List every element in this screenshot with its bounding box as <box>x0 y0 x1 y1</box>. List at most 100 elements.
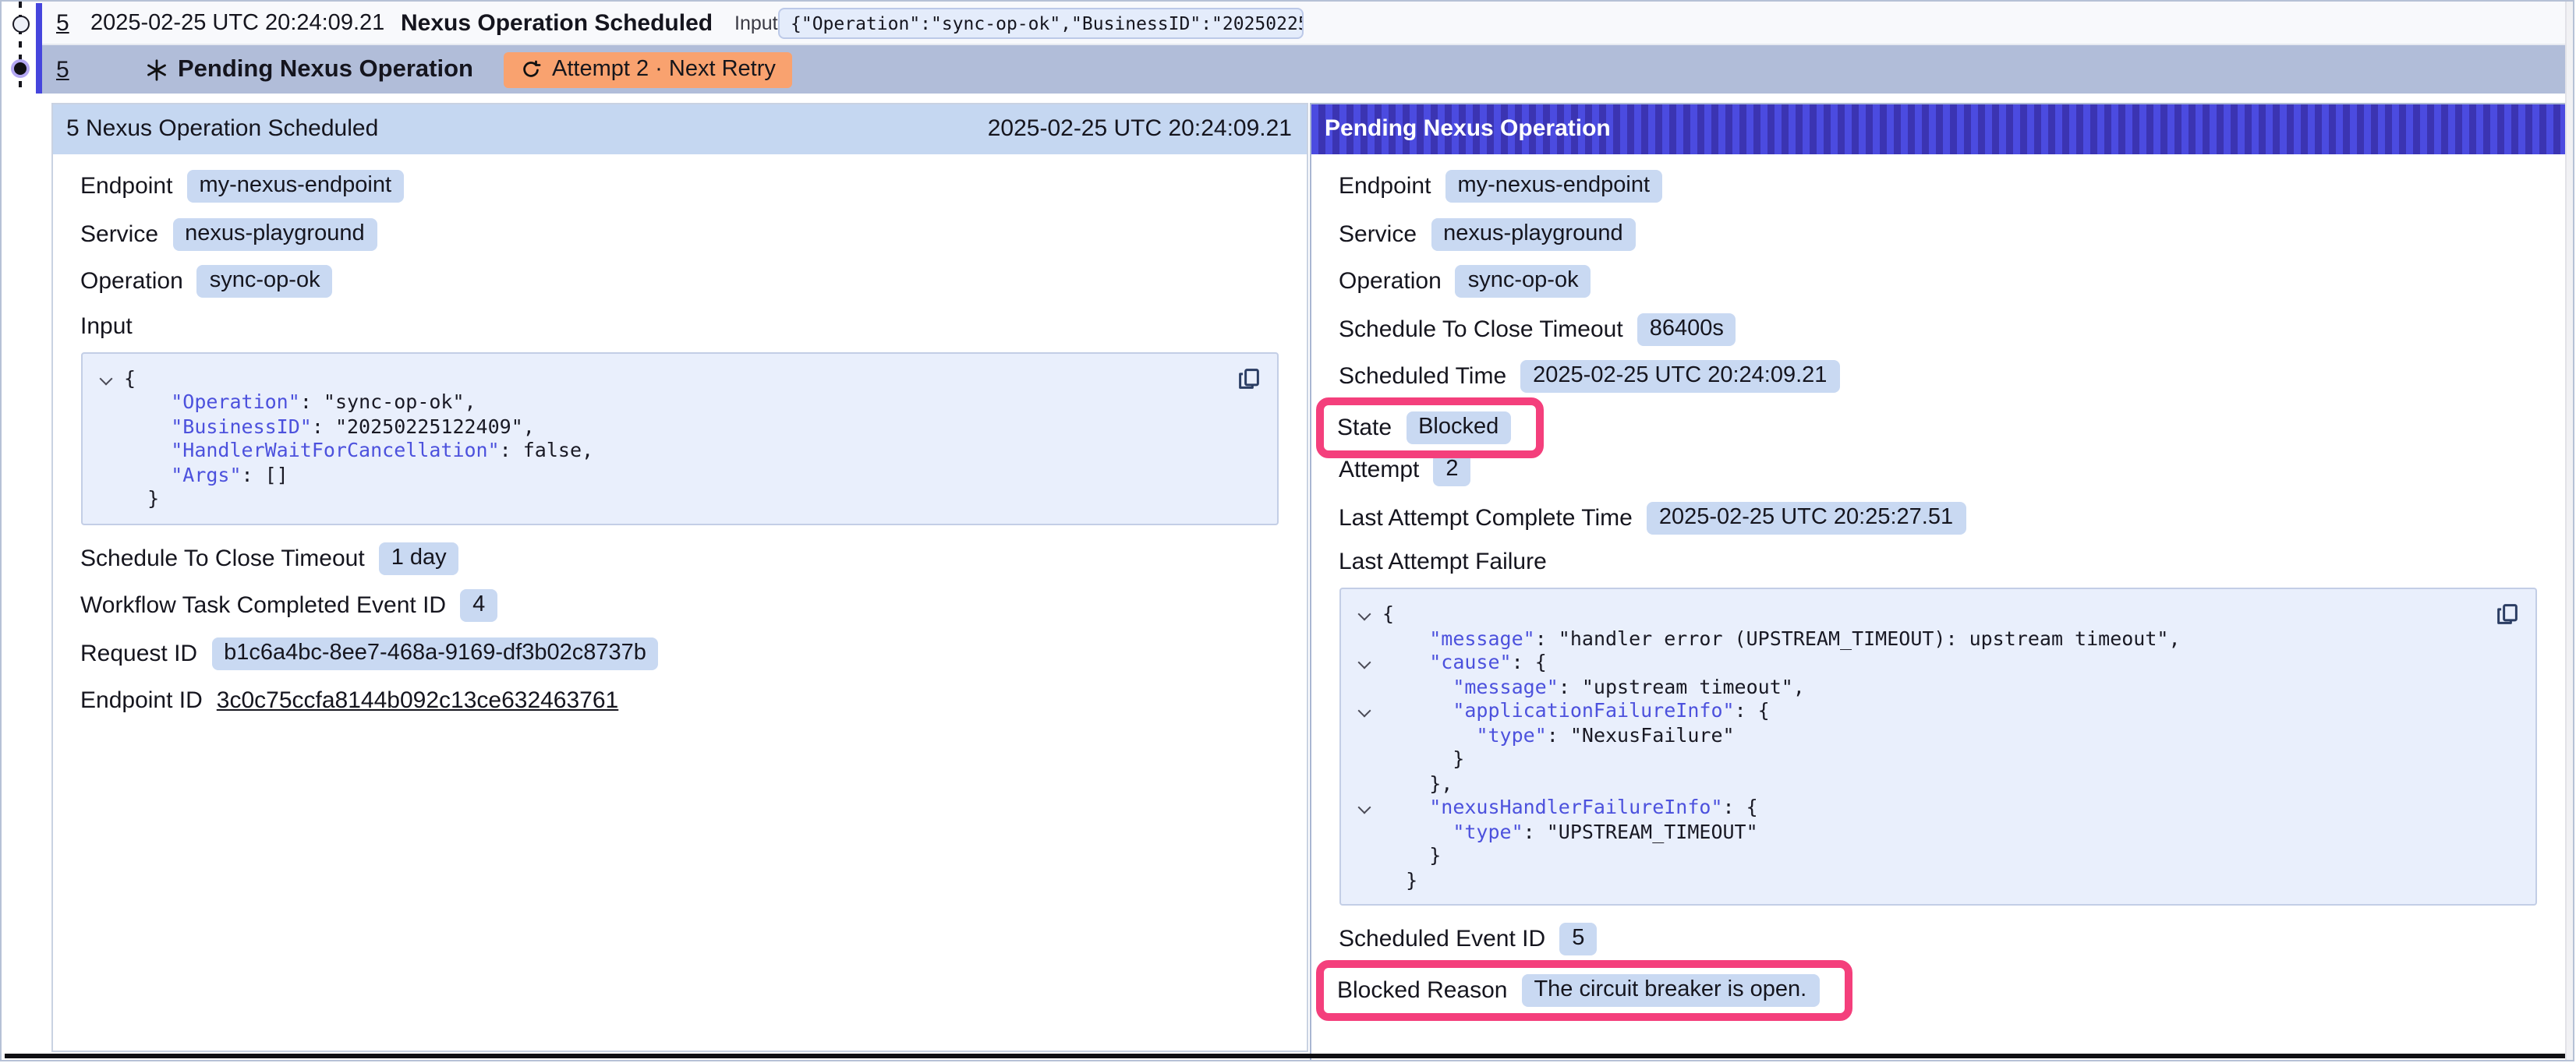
value-chip: 2 <box>1433 454 1470 486</box>
event-title: Nexus Operation Scheduled <box>401 10 713 37</box>
json-line: "applicationFailureInfo": { <box>1350 698 2473 722</box>
value-chip: 4 <box>460 589 497 622</box>
value-chip: nexus-playground <box>172 217 377 250</box>
field-scheduled-event-id: Scheduled Event ID5 <box>1339 923 2537 955</box>
json-key: "applicationFailureInfo" <box>1453 698 1734 722</box>
collapse-chevron-icon[interactable] <box>1357 705 1371 718</box>
value-chip: sync-op-ok <box>197 265 333 298</box>
pending-operation-row[interactable]: 5 Pending Nexus Operation Attempt 2 · Ne… <box>2 45 2573 94</box>
json-text: : "20250225122409", <box>312 414 535 437</box>
value-chip: b1c6a4bc-8ee7-468a-9169-df3b02c8737b <box>211 637 659 669</box>
value-chip: my-nexus-endpoint <box>1445 170 1662 203</box>
json-key: "BusinessID" <box>171 414 312 437</box>
json-text <box>1382 722 1476 746</box>
pending-operation-body: Endpointmy-nexus-endpointServicenexus-pl… <box>1311 154 2565 1016</box>
field-state: State Blocked <box>1337 411 1511 443</box>
field-label: Attempt <box>1339 457 1419 483</box>
value-chip: 2025-02-25 UTC 20:25:27.51 <box>1647 501 1966 534</box>
event-detail-time: 2025-02-25 UTC 20:24:09.21 <box>988 116 1292 143</box>
json-text <box>1382 650 1429 673</box>
pending-title: Pending Nexus Operation <box>178 55 473 83</box>
event-detail-title: 5 Nexus Operation Scheduled <box>66 116 378 143</box>
json-key: "message" <box>1453 674 1558 697</box>
retry-badge-label: Attempt 2 · Next Retry <box>552 57 776 82</box>
json-line: } <box>1350 843 2473 867</box>
field-label: Last Attempt Complete Time <box>1339 504 1633 531</box>
json-text: } <box>124 486 159 510</box>
json-line: "type": "NexusFailure" <box>1350 722 2473 747</box>
json-line: { <box>91 366 1214 390</box>
json-text: : false, <box>500 438 593 461</box>
event-row-scheduled[interactable]: 5 2025-02-25 UTC 20:24:09.21 Nexus Opera… <box>2 2 2573 45</box>
scrollbar[interactable] <box>2565 2 2573 1060</box>
field-attempt: Attempt 2 <box>1339 454 2537 486</box>
field-label: State <box>1337 414 1392 440</box>
copy-icon <box>2496 603 2518 625</box>
field-operation: Operationsync-op-ok <box>80 265 1278 298</box>
field-label: Workflow Task Completed Event ID <box>80 592 446 619</box>
json-text: : [] <box>242 462 288 486</box>
json-text: : "handler error (UPSTREAM_TIMEOUT): ups… <box>1535 626 2181 649</box>
pending-operation-title: Pending Nexus Operation <box>1325 116 1611 143</box>
field-label: Endpoint <box>80 173 172 200</box>
json-text <box>1382 795 1429 818</box>
input-preview-chip: {"Operation":"sync-op-ok","BusinessID":"… <box>778 8 1304 39</box>
timeline <box>2 2 45 95</box>
collapse-chevron-icon[interactable] <box>1357 608 1371 621</box>
json-text: { <box>124 366 136 389</box>
value-chip: 2025-02-25 UTC 20:24:09.21 <box>1520 360 1839 393</box>
collapse-chevron-icon[interactable] <box>1357 801 1371 814</box>
json-line: "HandlerWaitForCancellation": false, <box>91 438 1214 462</box>
pending-id-link[interactable]: 5 <box>56 56 69 83</box>
retry-attempt-badge: Attempt 2 · Next Retry <box>504 51 793 87</box>
json-line: "message": "handler error (UPSTREAM_TIME… <box>1350 626 2473 650</box>
json-line: "BusinessID": "20250225122409", <box>91 414 1214 438</box>
json-line: "nexusHandlerFailureInfo": { <box>1350 795 2473 819</box>
json-text: : { <box>1512 650 1547 673</box>
json-line: } <box>1350 867 2473 892</box>
field-label: Service <box>1339 221 1417 247</box>
copy-button[interactable] <box>2496 603 2518 625</box>
field-schedule-to-close-timeout: Schedule To Close Timeout86400s <box>1339 313 2537 345</box>
json-text: : "UPSTREAM_TIMEOUT" <box>1523 819 1758 842</box>
active-event-bar <box>36 3 42 94</box>
field-label: Endpoint ID <box>80 687 203 714</box>
value-chip: my-nexus-endpoint <box>186 170 404 203</box>
json-key: "nexusHandlerFailureInfo" <box>1429 795 1722 818</box>
open-event-dot-icon <box>12 16 30 33</box>
field-label: Operation <box>1339 268 1442 295</box>
event-detail-header: 5 Nexus Operation Scheduled 2025-02-25 U… <box>52 104 1306 154</box>
json-line: "type": "UPSTREAM_TIMEOUT" <box>1350 819 2473 843</box>
value-chip: 1 day <box>379 542 459 574</box>
json-line: { <box>1350 602 2473 626</box>
collapse-chevron-icon[interactable] <box>99 372 112 385</box>
json-text <box>1382 674 1453 697</box>
json-line: "cause": { <box>1350 650 2473 674</box>
event-detail-body: Endpointmy-nexus-endpointServicenexus-pl… <box>52 154 1306 717</box>
pending-operation-card: Pending Nexus Operation Endpointmy-nexus… <box>1309 103 2567 1060</box>
json-key: "type" <box>1453 819 1523 842</box>
json-text <box>1382 819 1453 842</box>
json-text: : "sync-op-ok", <box>300 390 476 413</box>
pending-operation-header: Pending Nexus Operation <box>1311 104 2565 154</box>
endpoint-id-link[interactable]: 3c0c75ccfa8144b092c13ce632463761 <box>217 687 618 714</box>
field-schedule-to-close-timeout: Schedule To Close Timeout1 day <box>80 542 1278 574</box>
retry-icon <box>521 59 541 79</box>
input-json-viewer: { "Operation": "sync-op-ok", "BusinessID… <box>80 351 1278 524</box>
json-text: } <box>1382 867 1417 891</box>
json-key: "HandlerWaitForCancellation" <box>171 438 499 461</box>
json-text: : { <box>1735 698 1770 722</box>
copy-button[interactable] <box>1237 367 1259 389</box>
event-id-link[interactable]: 5 <box>56 10 69 37</box>
json-line: }, <box>1350 771 2473 795</box>
json-text: : { <box>1723 795 1758 818</box>
json-text <box>124 390 171 413</box>
field-workflow-task-completed-event-id: Workflow Task Completed Event ID 4 <box>80 589 1278 622</box>
json-text: : "NexusFailure" <box>1547 722 1735 746</box>
value-chip: Blocked <box>1406 411 1511 443</box>
json-text: } <box>1382 747 1464 770</box>
field-label: Blocked Reason <box>1337 976 1507 1003</box>
collapse-chevron-icon[interactable] <box>1357 656 1371 669</box>
section-label-last-attempt-failure: Last Attempt Failure <box>1339 549 2537 580</box>
pending-asterisk-icon <box>145 58 168 81</box>
